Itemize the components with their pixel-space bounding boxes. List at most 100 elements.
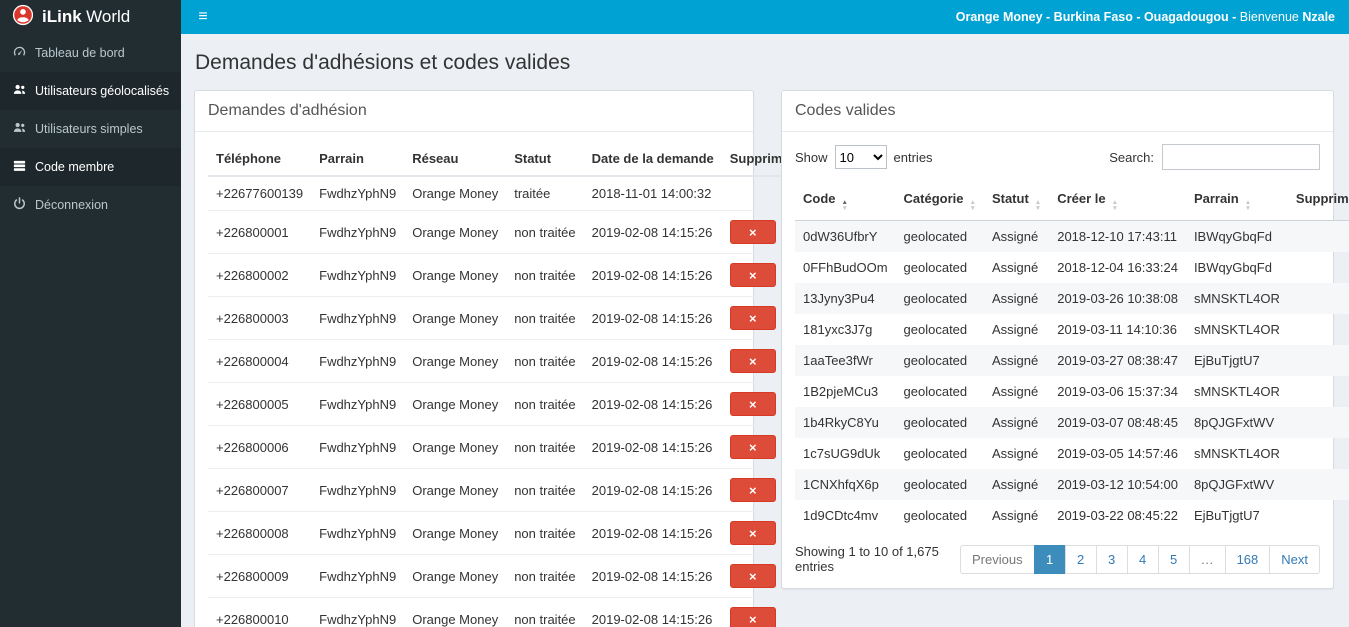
cell-reseau: Orange Money [404, 382, 507, 426]
brand-link[interactable]: iLink World [0, 0, 181, 34]
cell-reseau: Orange Money [404, 296, 507, 340]
users-icon [12, 120, 27, 138]
cell-creer-le: 2019-03-26 10:38:08 [1057, 291, 1178, 306]
cell-statut: Assigné [991, 353, 1039, 368]
cell-categorie: geolocated [903, 291, 968, 306]
cell-date: 2019-02-08 14:15:26 [583, 339, 722, 383]
cell-supprimer [1288, 469, 1349, 500]
cell-creer-le: 2019-03-06 15:37:34 [1057, 384, 1178, 399]
sidebar-item-deconnexion[interactable]: Déconnexion [0, 186, 181, 224]
adhesion-row: +226800006 FwdhzYphN9 Orange Money non trai… [208, 425, 803, 469]
adhesions-table: Téléphone Parrain Réseau Statut Date de … [208, 142, 803, 627]
adhesion-row: +226800003 FwdhzYphN9 Orange Money non trai… [208, 296, 803, 340]
pagination-page-1[interactable]: 1 [1033, 544, 1066, 574]
code-row: 181yxc3J7g geolocated Assigné 2019-03-11 14… [795, 314, 1349, 345]
user-location: Orange Money - Burkina Faso - Ouagadougo… [955, 10, 1240, 24]
adhesion-row: +226800008 FwdhzYphN9 Orange Money non trai… [208, 511, 803, 555]
cell-statut: Assigné [991, 260, 1039, 275]
pagination-page-4[interactable]: 4 [1126, 544, 1159, 574]
cell-date: 2019-02-08 14:15:26 [583, 468, 722, 512]
code-row: 1aaTee3fWr geolocated Assigné 2019-03-27 08… [795, 345, 1349, 376]
cell-parrain: FwdhzYphN9 [311, 382, 405, 426]
delete-button[interactable]: × [729, 349, 776, 373]
user-menu[interactable]: Orange Money - Burkina Faso - Ouagadougo… [956, 0, 1349, 34]
cell-statut: non traitée [506, 296, 584, 340]
cell-reseau: Orange Money [404, 597, 507, 627]
dashboard-icon [12, 44, 27, 62]
cell-parrain: sMNSKTL4OR [1193, 446, 1280, 461]
sidebar-item-utilisateurs-geolocalises[interactable]: Utilisateurs géolocalisés [0, 72, 181, 110]
sidebar-item-tableau-de-bord[interactable]: Tableau de bord [0, 34, 181, 72]
cell-reseau: Orange Money [404, 554, 507, 598]
cell-statut: non traitée [506, 597, 584, 627]
cell-code: 0dW36UfbrY [803, 229, 878, 244]
delete-button[interactable]: × [729, 392, 776, 416]
cell-statut: Assigné [991, 322, 1039, 337]
delete-button[interactable]: × [729, 607, 776, 627]
cell-parrain: FwdhzYphN9 [311, 425, 405, 469]
cell-date: 2019-02-08 14:15:26 [583, 425, 722, 469]
sort-icon: ▲ ▼ [1111, 199, 1119, 212]
sort-icon: ▲ ▼ [1244, 199, 1252, 212]
delete-button[interactable]: × [729, 306, 776, 330]
delete-button[interactable]: × [729, 564, 776, 588]
col-creer-le-sortable[interactable]: Créer le ▲ ▼ [1049, 182, 1186, 221]
cell-categorie: geolocated [903, 322, 968, 337]
logo-icon [12, 4, 34, 31]
sidebar-item-label: Déconnexion [35, 198, 108, 212]
delete-button[interactable]: × [729, 435, 776, 459]
cell-reseau: Orange Money [404, 511, 507, 555]
cell-statut: Assigné [991, 291, 1039, 306]
pagination-next[interactable]: Next [1269, 544, 1320, 574]
page-title: Demandes d'adhésions et codes valides [195, 51, 571, 74]
cell-date: 2019-02-08 14:15:26 [583, 253, 722, 297]
col-categorie-sortable[interactable]: Catégorie ▲ ▼ [895, 182, 984, 221]
pagination-ellipsis[interactable]: … [1188, 544, 1226, 574]
pagination-page-5[interactable]: 5 [1157, 544, 1190, 574]
cell-creer-le: 2019-03-07 08:48:45 [1057, 415, 1178, 430]
cell-statut: non traitée [506, 382, 584, 426]
cell-parrain: FwdhzYphN9 [311, 339, 405, 383]
adhesion-row: +226800010 FwdhzYphN9 Orange Money non trai… [208, 597, 803, 627]
pagination-page-168[interactable]: 168 [1224, 544, 1271, 574]
cell-reseau: Orange Money [404, 253, 507, 297]
col-reseau: Réseau [404, 142, 507, 177]
pagination-page-2[interactable]: 2 [1064, 544, 1097, 574]
user-greeting: Bienvenue [1239, 10, 1303, 24]
cell-reseau: Orange Money [404, 425, 507, 469]
cell-statut: non traitée [506, 554, 584, 598]
delete-button[interactable]: × [729, 521, 776, 545]
col-supprimer-sortable[interactable]: Supprimer▲▼ [1287, 182, 1349, 221]
cell-telephone: +226800008 [208, 511, 312, 555]
sidebar-toggle-button[interactable]: ≡ [181, 0, 225, 34]
cell-code: 181yxc3J7g [803, 322, 873, 337]
col-code-sortable[interactable]: Code ▲ ▼ [795, 182, 896, 221]
sidebar-item-utilisateurs-simples[interactable]: Utilisateurs simples [0, 110, 181, 148]
col-parrain: Parrain [311, 142, 405, 177]
cell-telephone: +226800006 [208, 425, 312, 469]
delete-button[interactable]: × [729, 263, 776, 287]
col-parrain-sortable[interactable]: Parrain ▲ ▼ [1185, 182, 1288, 221]
code-row: 1B2pjeMCu3 geolocated Assigné 2019-03-06 15… [795, 376, 1349, 407]
page-length-select[interactable]: 10 [834, 145, 887, 169]
sidebar-item-code-membre[interactable]: Code membre [0, 148, 181, 186]
pagination-page-3[interactable]: 3 [1095, 544, 1128, 574]
cell-creer-le: 2019-03-22 08:45:22 [1057, 508, 1178, 523]
show-label: Show [795, 149, 828, 165]
cell-categorie: geolocated [903, 260, 968, 275]
power-icon [12, 196, 27, 214]
col-statut-sortable[interactable]: Statut ▲ ▼ [983, 182, 1050, 221]
delete-button[interactable]: × [729, 478, 776, 502]
sidebar: Tableau de bord Utilisateurs géolocalisé… [0, 34, 181, 627]
cell-statut: non traitée [506, 339, 584, 383]
cell-creer-le: 2019-03-27 08:38:47 [1057, 353, 1178, 368]
cell-supprimer [1288, 314, 1349, 345]
cell-reseau: Orange Money [404, 468, 507, 512]
cell-categorie: geolocated [903, 353, 968, 368]
cell-code: 1c7sUG9dUk [803, 446, 881, 461]
code-row: 0FFhBudOOm geolocated Assigné 2018-12-04 16… [795, 252, 1349, 283]
cell-categorie: geolocated [903, 508, 968, 523]
delete-button[interactable]: × [729, 220, 776, 244]
pagination-previous[interactable]: Previous [959, 544, 1035, 574]
search-input[interactable] [1162, 144, 1320, 170]
